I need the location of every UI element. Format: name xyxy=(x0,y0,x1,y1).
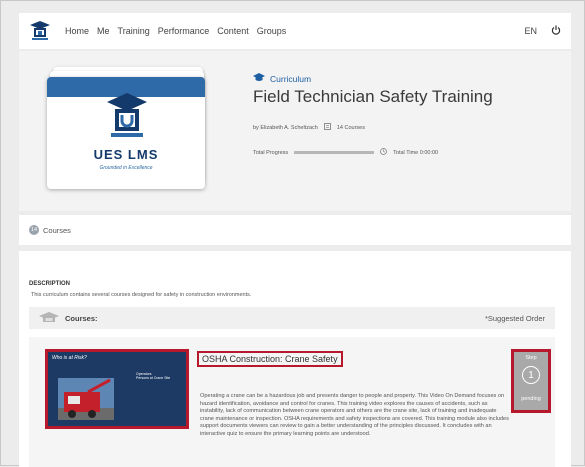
courses-tab[interactable]: 14 Courses xyxy=(19,215,571,245)
curriculum-image: UES LMS Grounded in Excellence xyxy=(41,67,211,189)
graduation-cap-icon xyxy=(253,73,265,84)
nav-training[interactable]: Training xyxy=(118,26,150,36)
courses-header-label: Courses: xyxy=(65,313,98,323)
nav-me[interactable]: Me xyxy=(97,26,110,36)
card-tagline: Grounded in Excellence xyxy=(99,165,153,171)
author-label: by Elizabeth A. Scheltzach xyxy=(253,124,318,131)
nav-home[interactable]: Home xyxy=(65,26,89,36)
ues-lms-logo[interactable] xyxy=(29,20,51,42)
course-title[interactable]: OSHA Construction: Crane Safety xyxy=(197,351,343,367)
progress-label: Total Progress xyxy=(253,149,289,156)
courses-header: Courses: *Suggested Order xyxy=(29,307,555,329)
curriculum-kind: Curriculum xyxy=(253,73,493,84)
thumbnail-question: Who is at Risk? xyxy=(52,355,87,361)
total-progress-bar xyxy=(294,151,375,154)
suggested-order-label: *Suggested Order xyxy=(484,313,545,323)
curriculum-panel: DESCRIPTION This curriculum contains sev… xyxy=(19,251,571,467)
language-selector[interactable]: EN xyxy=(524,26,537,36)
course-description: Operating a crane can be a hazardous job… xyxy=(200,393,509,437)
courses-group-icon xyxy=(39,311,59,325)
card-front: UES LMS Grounded in Excellence xyxy=(47,77,205,189)
step-indicator: Step 1 pending xyxy=(511,349,551,413)
app-window: Home Me Training Performance Content Gro… xyxy=(0,0,585,467)
step-number: 1 xyxy=(522,366,540,384)
nav-performance[interactable]: Performance xyxy=(158,26,210,36)
courses-count-icon xyxy=(323,123,331,132)
description-label: DESCRIPTION xyxy=(29,281,71,287)
clock-icon xyxy=(380,148,388,157)
nav-groups[interactable]: Groups xyxy=(257,26,287,36)
curriculum-header: UES LMS Grounded in Excellence Curriculu… xyxy=(19,51,571,211)
course-thumbnail[interactable]: Who is at Risk? Operators Persons at Cra xyxy=(45,349,189,429)
courses-count-badge: 14 xyxy=(29,225,39,235)
nav-content[interactable]: Content xyxy=(217,26,249,36)
step-label: Step xyxy=(525,355,537,361)
thumbnail-operators: Operators Persons at Crane Site xyxy=(136,372,171,380)
curriculum-kind-label: Curriculum xyxy=(270,73,312,84)
card-brand: UES LMS xyxy=(93,147,159,162)
step-status: pending xyxy=(521,396,541,402)
description-text: This curriculum contains several courses… xyxy=(31,292,252,298)
course-item[interactable]: Who is at Risk? Operators Persons at Cra xyxy=(29,337,555,467)
crane-image xyxy=(58,378,114,420)
top-navigation: Home Me Training Performance Content Gro… xyxy=(19,13,571,49)
power-icon[interactable] xyxy=(551,25,561,37)
progress-row: Total Progress Total Time 0:00:00 xyxy=(253,148,493,157)
page-title: Field Technician Safety Training xyxy=(253,87,493,106)
course-count-label: 14 Courses xyxy=(336,124,365,131)
total-time-label: Total Time 0:00:00 xyxy=(393,149,439,156)
curriculum-info: Curriculum Field Technician Safety Train… xyxy=(253,73,493,157)
curriculum-meta: by Elizabeth A. Scheltzach 14 Courses xyxy=(253,123,493,132)
courses-tab-label: Courses xyxy=(43,225,71,235)
graduation-shield-icon xyxy=(105,91,149,139)
